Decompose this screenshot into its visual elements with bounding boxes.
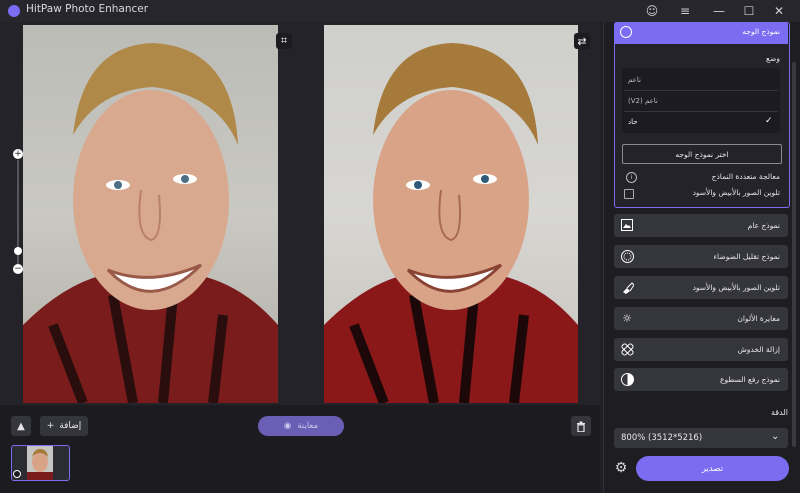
trash-icon — [577, 421, 585, 432]
maximize-button[interactable]: ☐ — [740, 2, 758, 20]
info-icon[interactable]: i — [626, 172, 637, 183]
export-button[interactable]: تصدير — [636, 456, 789, 481]
checkmark-icon: ✓ — [765, 116, 773, 126]
brush-icon — [620, 280, 634, 294]
mode-option-soft-v2[interactable]: (V2) ناعم — [628, 97, 774, 105]
menu-icon[interactable]: ≡ — [676, 2, 694, 20]
bw-colorize-checkbox[interactable] — [624, 189, 634, 199]
original-photo — [23, 25, 278, 403]
mode-label: وضع — [766, 54, 780, 63]
eye-icon: ◉ — [283, 421, 292, 431]
denoise-icon — [620, 249, 634, 263]
chevron-down-icon: ⌄ — [771, 431, 780, 442]
general-model-label: نموذج عام — [747, 221, 780, 230]
crop-icon[interactable]: ⌗ — [276, 33, 292, 49]
account-icon[interactable]: ☺ — [643, 2, 661, 20]
compare-icon[interactable]: ⇄ — [574, 33, 590, 49]
image-thumbnail[interactable] — [11, 445, 70, 481]
gear-icon[interactable]: ⚙ — [613, 460, 629, 476]
colorize-model-label: تلوين الصور بالأبيض والأسود — [692, 283, 780, 292]
collapse-button[interactable]: ▲ — [11, 416, 31, 436]
enhanced-photo — [324, 25, 578, 403]
image-icon — [620, 218, 634, 232]
close-button[interactable]: ✕ — [770, 2, 788, 20]
resolution-value: 800% (3512*5216) — [621, 433, 703, 443]
resolution-label: الدقة — [771, 408, 788, 417]
face-model-title: نموذج الوجه — [742, 27, 780, 36]
multi-model-label: معالجة متعددة النماذج — [711, 172, 780, 181]
divider — [624, 111, 778, 112]
choose-face-model-button[interactable]: اختر نموذج الوجه — [622, 144, 782, 164]
bandage-icon — [620, 342, 634, 356]
mode-option-sharp[interactable]: حاد — [628, 118, 774, 126]
low-light-model-label: نموذج رفع السطوع — [719, 375, 780, 384]
add-label: إضافة — [59, 421, 82, 431]
scratch-removal-label: إزالة الخدوش — [737, 345, 780, 354]
sun-icon: ☼ — [622, 311, 632, 325]
zoom-in-button[interactable]: + — [13, 149, 23, 159]
bw-colorize-label: تلوين الصور بالأبيض والأسود — [692, 188, 780, 197]
zoom-out-button[interactable]: − — [13, 264, 23, 274]
face-icon — [620, 26, 632, 38]
preview-label: معاينة — [297, 421, 319, 431]
add-button[interactable]: + إضافة — [40, 416, 88, 436]
plus-icon: + — [46, 421, 55, 431]
minimize-button[interactable]: — — [710, 2, 728, 20]
contrast-icon — [620, 372, 634, 386]
app-logo-icon — [8, 5, 20, 17]
preview-button[interactable]: ◉ معاينة — [258, 416, 344, 436]
panel-scrollbar[interactable] — [792, 62, 796, 447]
delete-button[interactable] — [571, 416, 591, 436]
mode-option-soft[interactable]: ناعم — [628, 76, 774, 84]
app-title: HitPaw Photo Enhancer — [26, 3, 149, 15]
color-calibration-label: معايرة الألوان — [737, 314, 780, 323]
divider — [624, 90, 778, 91]
denoise-model-label: نموذج تقليل الضوضاء — [713, 252, 780, 261]
